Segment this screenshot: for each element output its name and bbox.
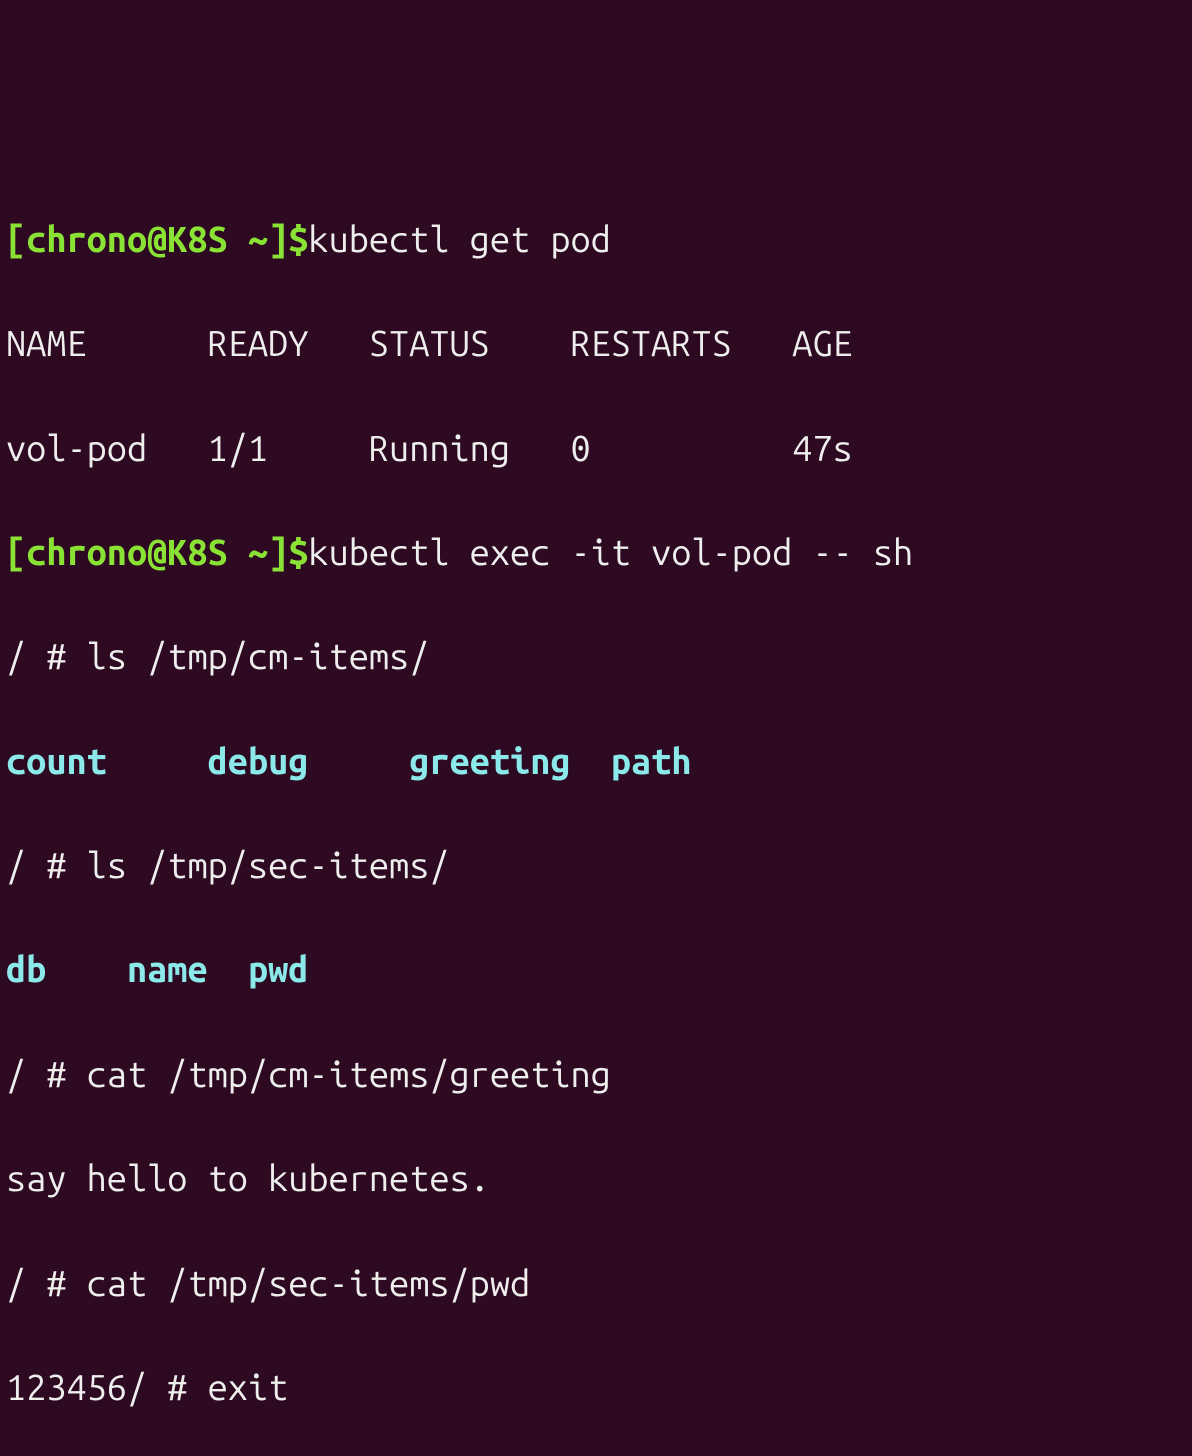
command-exit: exit bbox=[208, 1366, 289, 1407]
container-shell-prompt: / # bbox=[127, 1366, 208, 1407]
command-exec: kubectl exec -it vol-pod -- sh bbox=[308, 531, 913, 572]
command-ls-sec: ls /tmp/sec-items/ bbox=[87, 844, 450, 885]
container-shell-line-3[interactable]: / # cat /tmp/cm-items/greeting bbox=[6, 1048, 1186, 1100]
file-db: db bbox=[6, 948, 46, 989]
container-shell-prompt: / # bbox=[6, 844, 87, 885]
container-shell-line-4[interactable]: / # cat /tmp/sec-items/pwd bbox=[6, 1257, 1186, 1309]
cat-output-pwd: 123456 bbox=[6, 1366, 127, 1407]
ls-output-cm: count debug greeting path bbox=[6, 735, 1186, 787]
shell-prompt-host: [chrono@K8S ~]$ bbox=[6, 218, 308, 259]
command-get-pod: kubectl get pod bbox=[308, 218, 610, 259]
container-shell-line-5[interactable]: 123456/ # exit bbox=[6, 1361, 1186, 1413]
file-greeting: greeting bbox=[409, 740, 570, 781]
kubectl-table-header: NAME READY STATUS RESTARTS AGE bbox=[6, 317, 1186, 369]
file-path: path bbox=[611, 740, 692, 781]
file-debug: debug bbox=[208, 740, 309, 781]
terminal-line-1[interactable]: [chrono@K8S ~]$kubectl get pod bbox=[6, 213, 1186, 265]
container-shell-line-2[interactable]: / # ls /tmp/sec-items/ bbox=[6, 839, 1186, 891]
container-shell-prompt: / # bbox=[6, 1262, 87, 1303]
cat-output-greeting: say hello to kubernetes. bbox=[6, 1152, 1186, 1204]
ls-output-sec: db name pwd bbox=[6, 943, 1186, 995]
command-cat-pwd: cat /tmp/sec-items/pwd bbox=[87, 1262, 531, 1303]
container-shell-line-1[interactable]: / # ls /tmp/cm-items/ bbox=[6, 630, 1186, 682]
kubectl-table-row: vol-pod 1/1 Running 0 47s bbox=[6, 422, 1186, 474]
file-name: name bbox=[127, 948, 208, 989]
command-ls-cm: ls /tmp/cm-items/ bbox=[87, 635, 430, 676]
terminal-line-2[interactable]: [chrono@K8S ~]$kubectl exec -it vol-pod … bbox=[6, 526, 1186, 578]
command-cat-greeting: cat /tmp/cm-items/greeting bbox=[87, 1053, 611, 1094]
shell-prompt-host: [chrono@K8S ~]$ bbox=[6, 531, 308, 572]
file-count: count bbox=[6, 740, 107, 781]
container-shell-prompt: / # bbox=[6, 635, 87, 676]
container-shell-prompt: / # bbox=[6, 1053, 87, 1094]
file-pwd: pwd bbox=[248, 948, 308, 989]
